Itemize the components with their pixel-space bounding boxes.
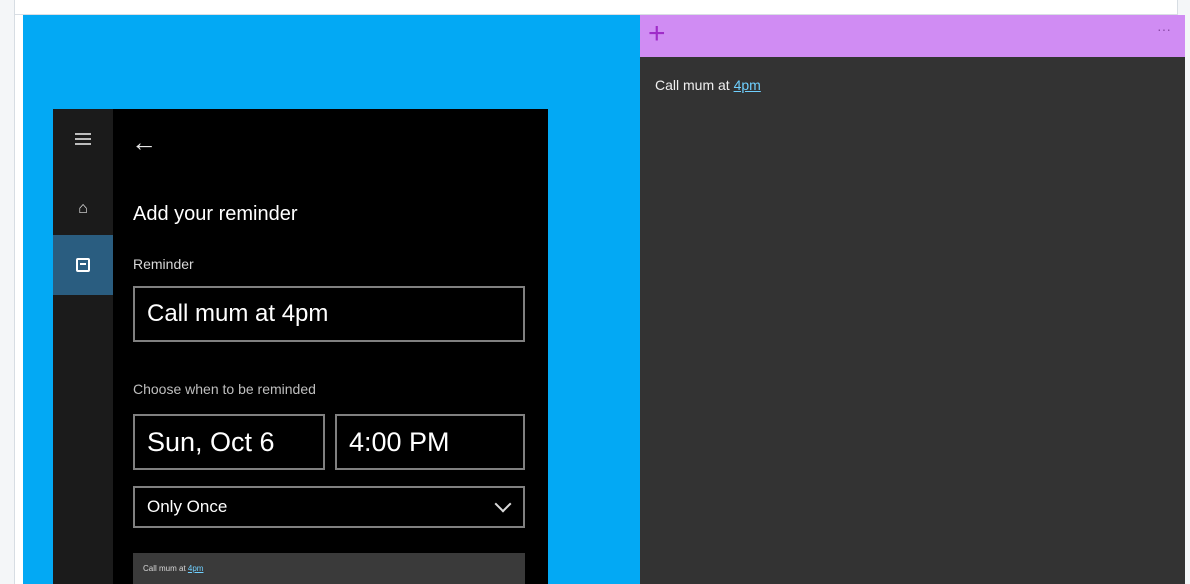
reminder-preview: Call mum at 4pm: [133, 553, 525, 584]
preview-link[interactable]: 4pm: [188, 564, 204, 573]
hamburger-icon: [75, 130, 91, 148]
home-icon: ⌂: [78, 200, 88, 217]
preview-text: Call mum at: [143, 564, 188, 573]
sticky-note-header: + ···: [640, 15, 1185, 57]
reminder-label: Reminder: [133, 256, 194, 272]
page-title: Add your reminder: [133, 203, 298, 225]
sticky-note: + ··· Call mum at 4pm: [640, 15, 1185, 584]
menu-button[interactable]: [53, 109, 113, 169]
reminders-button[interactable]: [53, 235, 113, 295]
plus-icon[interactable]: +: [648, 19, 666, 49]
note-link[interactable]: 4pm: [734, 77, 761, 93]
repeat-select[interactable]: Only Once: [133, 486, 525, 528]
home-button[interactable]: ⌂: [53, 179, 113, 239]
desktop: ⌂ ← Add your reminder Reminder Call mum …: [23, 15, 1185, 584]
reminder-input[interactable]: Call mum at 4pm: [133, 286, 525, 342]
reminder-icon: [76, 258, 90, 272]
more-icon[interactable]: ···: [1157, 21, 1171, 37]
back-button[interactable]: ←: [131, 129, 157, 155]
chevron-down-icon: [494, 495, 512, 513]
when-label: Choose when to be reminded: [133, 381, 316, 397]
back-arrow-icon: ←: [131, 127, 157, 157]
date-picker[interactable]: Sun, Oct 6: [133, 414, 325, 470]
cortana-reminder-window: ⌂ ← Add your reminder Reminder Call mum …: [53, 109, 548, 584]
screenshot-frame: ⌂ ← Add your reminder Reminder Call mum …: [14, 0, 1185, 584]
repeat-value: Only Once: [147, 497, 228, 516]
note-text-prefix: Call mum at: [655, 77, 734, 93]
top-border: [15, 0, 1177, 15]
time-picker[interactable]: 4:00 PM: [335, 414, 525, 470]
navigation-rail: ⌂: [53, 109, 113, 584]
sticky-note-text[interactable]: Call mum at 4pm: [655, 77, 761, 93]
